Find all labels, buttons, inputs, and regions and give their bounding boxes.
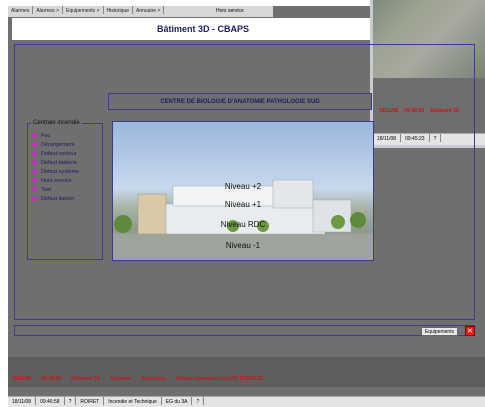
status-item-defaut-secteur: Defaut secteur — [32, 150, 102, 159]
status-dot-icon — [32, 133, 37, 139]
bottom-toolbar — [14, 325, 475, 336]
status-time: 09:46:58 — [36, 397, 65, 405]
level-label-rdc[interactable]: Niveau RDC — [113, 220, 373, 229]
status-date: 18/11/08 — [8, 397, 37, 405]
close-icon[interactable]: ✕ — [465, 326, 475, 336]
alarm-type: Système — [110, 376, 131, 382]
status-domain: Incendie et Technique — [104, 397, 162, 405]
status-item-derangement: Dérangement — [32, 141, 102, 150]
alarm-state: Apparition — [140, 376, 166, 382]
status-location: EG du 3A — [162, 397, 193, 405]
status-bar: 18/11/08 09:46:58? ROIRET Incendie et Techn… — [8, 396, 485, 407]
alarm-line[interactable]: 18/11/08 09:46:08 Bâtiment 3A Système Appari… — [12, 376, 275, 382]
status-item-feu: Feu — [32, 132, 102, 141]
level-label-plus-2[interactable]: Niveau +2 — [113, 182, 373, 191]
status-dot-icon — [32, 178, 37, 184]
page-title: Bâtiment 3D - CBAPS — [156, 24, 249, 34]
centrale-title: Centrale incendie — [31, 120, 82, 126]
menu-item-hors-service[interactable]: Hors service — [213, 6, 273, 17]
status-dot-icon — [32, 196, 37, 202]
level-label-minus-1[interactable]: Niveau -1 — [113, 241, 373, 250]
status-item-defaut-batterie: Defaut batterie — [32, 159, 102, 168]
status-unknown: ? — [65, 397, 77, 405]
status-item-defaut-systeme: Defaut système — [32, 168, 102, 177]
alarm-message: Défaut communication PC DTC/ELEC — [175, 376, 265, 382]
menu-item-historique[interactable]: Historique — [104, 6, 134, 14]
level-label-plus-1[interactable]: Niveau +1 — [113, 200, 373, 209]
status-user: ROIRET — [76, 397, 105, 405]
alarm-building: Bâtiment 3A — [71, 376, 101, 382]
menu-item-equipements[interactable]: Equipements > — [63, 6, 104, 14]
building-3d-view: Niveau +2 Niveau +1 Niveau RDC Niveau -1 — [112, 121, 374, 261]
status-dot-icon — [32, 160, 37, 166]
alarm-banner: 18/11/08 09:46:08 Bâtiment 3A Système Appari… — [8, 357, 485, 387]
status-dot-icon — [32, 151, 37, 157]
menu-item-annuaire[interactable]: Annuaire > — [133, 6, 165, 14]
menu-item-alarmes[interactable]: Alarmes — [8, 6, 34, 14]
status-dot-icon — [32, 142, 37, 148]
status-item-defaut-liaison: Défaut liaison — [32, 195, 102, 204]
status-unknown-2: ? — [192, 397, 205, 405]
building-name: CENTRE DE BIOLOGIE D'ANATOMIE PATHOLOGIE… — [108, 93, 372, 110]
centrale-incendie-panel: Centrale incendie Feu Dérangement Defaut… — [27, 120, 103, 260]
status-dot-icon — [32, 169, 37, 175]
status-dot-icon — [32, 187, 37, 193]
menu-item-alarmes-sub[interactable]: Alarmes > — [33, 6, 63, 14]
alarm-time: 09:46:08 — [41, 376, 62, 382]
status-item-test: Test — [32, 186, 102, 195]
equipements-button[interactable]: Equipements — [421, 327, 458, 336]
status-item-hors-service: Hors service — [32, 177, 102, 186]
title-bar: Bâtiment 3D - CBAPS — [12, 18, 394, 40]
alarm-date: 18/11/08 — [12, 376, 32, 382]
menu-bar: Alarmes Alarmes > Equipements > Historique A… — [8, 6, 213, 17]
